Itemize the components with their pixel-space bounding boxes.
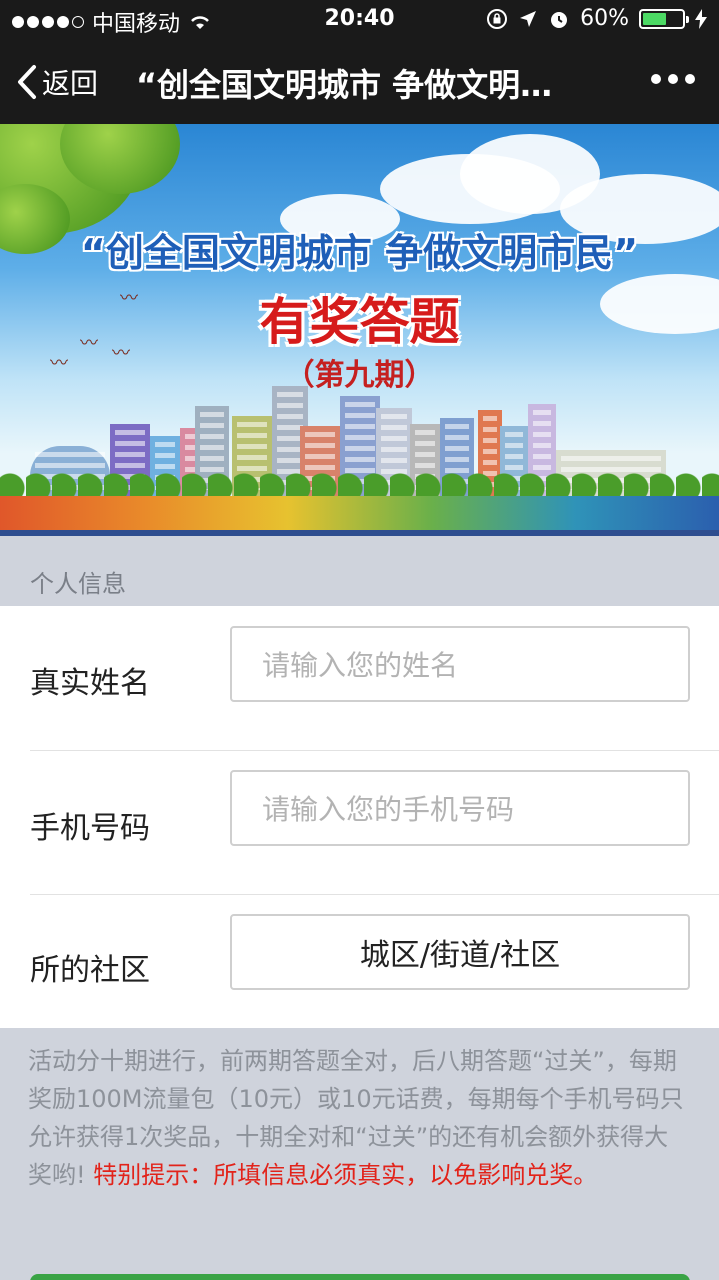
chevron-left-icon [18, 65, 36, 99]
community-row: 所的社区 城区/街道/社区 [0, 895, 719, 1039]
submit-button[interactable] [30, 1274, 690, 1280]
battery-percent: 60% [580, 6, 629, 31]
name-row: 真实姓名 请输入您的姓名 [0, 606, 719, 751]
location-icon [520, 10, 537, 27]
battery-icon [639, 8, 689, 29]
charging-icon [695, 8, 707, 29]
phone-row: 手机号码 请输入您的手机号码 [0, 751, 719, 895]
banner-subtitle: 有奖答题 [259, 293, 460, 351]
section-header: 个人信息 [0, 536, 719, 606]
community-select[interactable]: 城区/街道/社区 [230, 914, 690, 990]
activity-note: 活动分十期进行，前两期答题全对，后八期答题“过关”，每期奖励100M流量包（10… [0, 1028, 719, 1280]
name-input[interactable]: 请输入您的姓名 [230, 626, 690, 702]
section-title: 个人信息 [30, 570, 126, 598]
orientation-lock-icon [487, 8, 508, 29]
nav-bar: 返回 “创全国文明城市 争做文明… [0, 40, 719, 124]
note-paragraph: 活动分十期进行，前两期答题全对，后八期答题“过关”，每期奖励100M流量包（10… [28, 1042, 688, 1194]
phone-input[interactable]: 请输入您的手机号码 [230, 770, 690, 846]
name-label: 真实姓名 [30, 666, 150, 701]
back-label: 返回 [42, 67, 99, 100]
personal-info-form: 真实姓名 请输入您的姓名 手机号码 请输入您的手机号码 所的社区 城区/街道/社… [0, 606, 719, 1028]
more-dots-icon[interactable] [651, 74, 695, 84]
note-warning: 特别提示：所填信息必须真实，以免影响兑奖。 [93, 1161, 598, 1189]
hero-banner: 〰 〰 〰 〰 “创全国文明城市 争做文明市民” 有奖答题 （第九期） [0, 124, 719, 536]
phone-label: 手机号码 [30, 811, 150, 846]
status-bar: 中国移动 20:40 60% [0, 0, 719, 40]
page-title: “创全国文明城市 争做文明… [136, 66, 553, 104]
community-label: 所的社区 [30, 953, 150, 988]
back-button[interactable]: 返回 [16, 62, 98, 102]
banner-color-stripe [0, 496, 719, 530]
status-right: 60% [486, 6, 707, 31]
alarm-icon [551, 11, 568, 28]
banner-title: “创全国文明城市 争做文明市民” [80, 231, 639, 275]
